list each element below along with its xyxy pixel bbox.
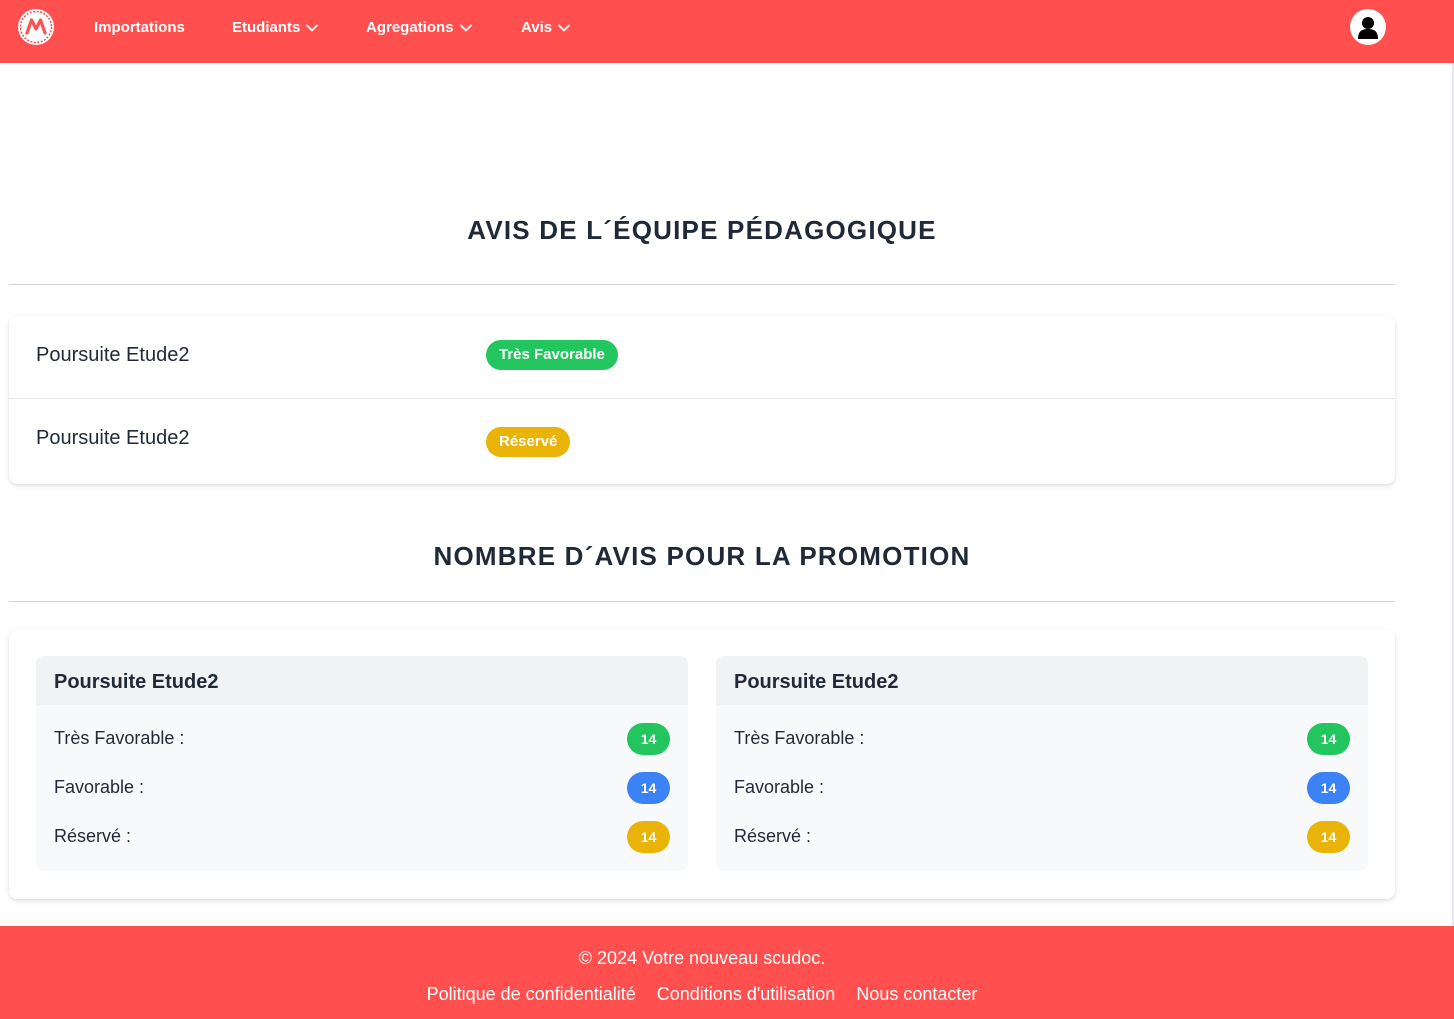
nav-item-label: Importations [94,19,185,36]
section-divider [9,284,1395,285]
nav-item-importations[interactable]: Importations [94,0,185,55]
nav-item-agregations[interactable]: Agregations [366,0,472,55]
count-badge: 14 [1307,821,1350,853]
count-label: Réservé : [734,826,812,846]
avis-row-label: Poursuite Etude2 [36,427,190,449]
count-label: Réservé : [54,826,132,846]
count-badge: 14 [627,723,670,755]
footer-link-terms[interactable]: Conditions d'utilisation [657,984,836,1004]
nav-item-etudiants[interactable]: Etudiants [232,0,319,55]
footer-copyright: © 2024 Votre nouveau scudoc. [578,948,826,968]
footer-links: Politique de confidentialité Conditions … [0,984,1404,1005]
count-row: Très Favorable : 14 [734,723,1350,757]
count-badge: 14 [627,772,670,804]
team-section-title: AVIS DE L´ÉQUIPE PÉDAGOGIQUE [467,215,937,245]
nav-item-avis[interactable]: Avis [521,0,571,55]
nav-item-label: Agregations [366,19,454,36]
count-row: Réservé : 14 [54,821,670,855]
count-panel-title: Poursuite Etude2 [36,656,688,705]
count-panel: Poursuite Etude2 Très Favorable : 14 Fav… [716,656,1368,871]
count-label: Favorable : [734,777,825,797]
count-row: Favorable : 14 [734,772,1350,806]
team-avis-card: Poursuite Etude2 Très Favorable Poursuit… [9,316,1395,484]
avis-row: Poursuite Etude2 Très Favorable [9,316,1395,402]
count-badge: 14 [1307,723,1350,755]
chevron-down-icon [558,24,571,31]
nav-item-label: Etudiants [232,19,301,36]
count-label: Favorable : [54,777,145,797]
avis-row-label: Poursuite Etude2 [36,344,190,366]
page-footer: © 2024 Votre nouveau scudoc. Politique d… [0,926,1454,1019]
nav-item-label: Avis [521,19,553,36]
promo-section-title: NOMBRE D´AVIS POUR LA PROMOTION [433,541,971,571]
count-panel: Poursuite Etude2 Très Favorable : 14 Fav… [36,656,688,871]
chevron-down-icon [459,24,472,31]
section-divider [9,601,1395,602]
chevron-down-icon [306,24,319,31]
user-avatar-icon[interactable] [1350,9,1386,45]
top-navbar: Importations Etudiants Agregations Avis [0,0,1454,63]
count-row: Favorable : 14 [54,772,670,806]
brand-logo-icon[interactable] [18,9,54,45]
count-panel-title: Poursuite Etude2 [716,656,1368,705]
count-badge: 14 [1307,772,1350,804]
avis-row: Poursuite Etude2 Réservé [9,398,1395,484]
footer-link-contact[interactable]: Nous contacter [856,984,977,1004]
count-label: Très Favorable : [54,728,185,748]
status-badge: Très Favorable [486,340,618,370]
count-row: Très Favorable : 14 [54,723,670,757]
count-row: Réservé : 14 [734,821,1350,855]
count-label: Très Favorable : [734,728,865,748]
promo-counts-card: Poursuite Etude2 Très Favorable : 14 Fav… [9,629,1395,899]
footer-link-privacy[interactable]: Politique de confidentialité [427,984,636,1004]
status-badge: Réservé [486,427,571,457]
count-badge: 14 [627,821,670,853]
